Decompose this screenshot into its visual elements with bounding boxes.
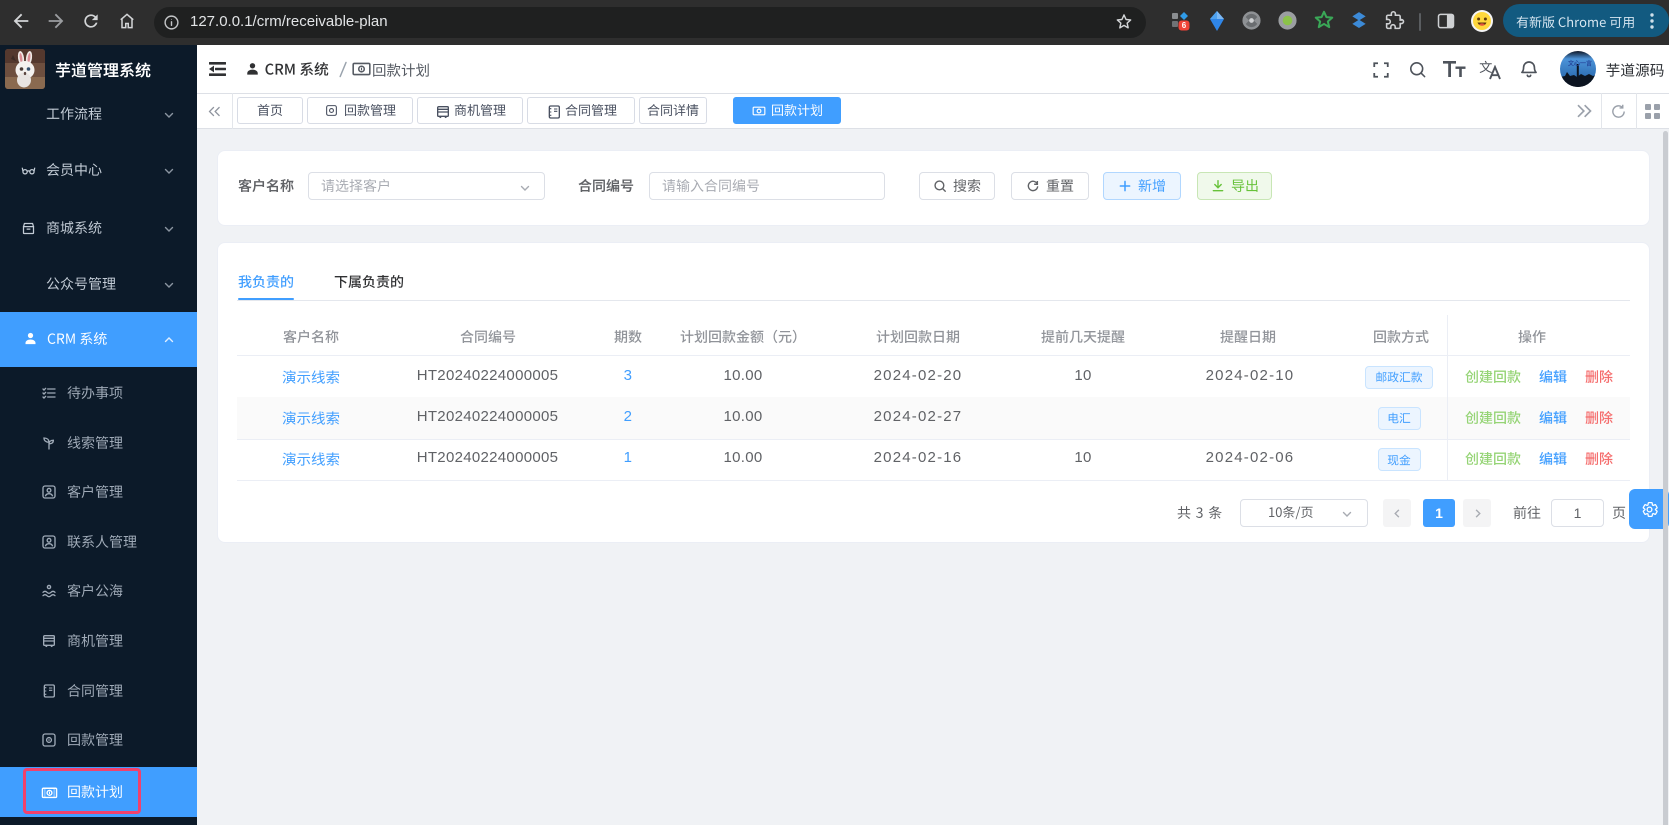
svg-text:文心一言: 文心一言 [1567, 60, 1592, 68]
svg-text:6: 6 [1182, 21, 1187, 30]
